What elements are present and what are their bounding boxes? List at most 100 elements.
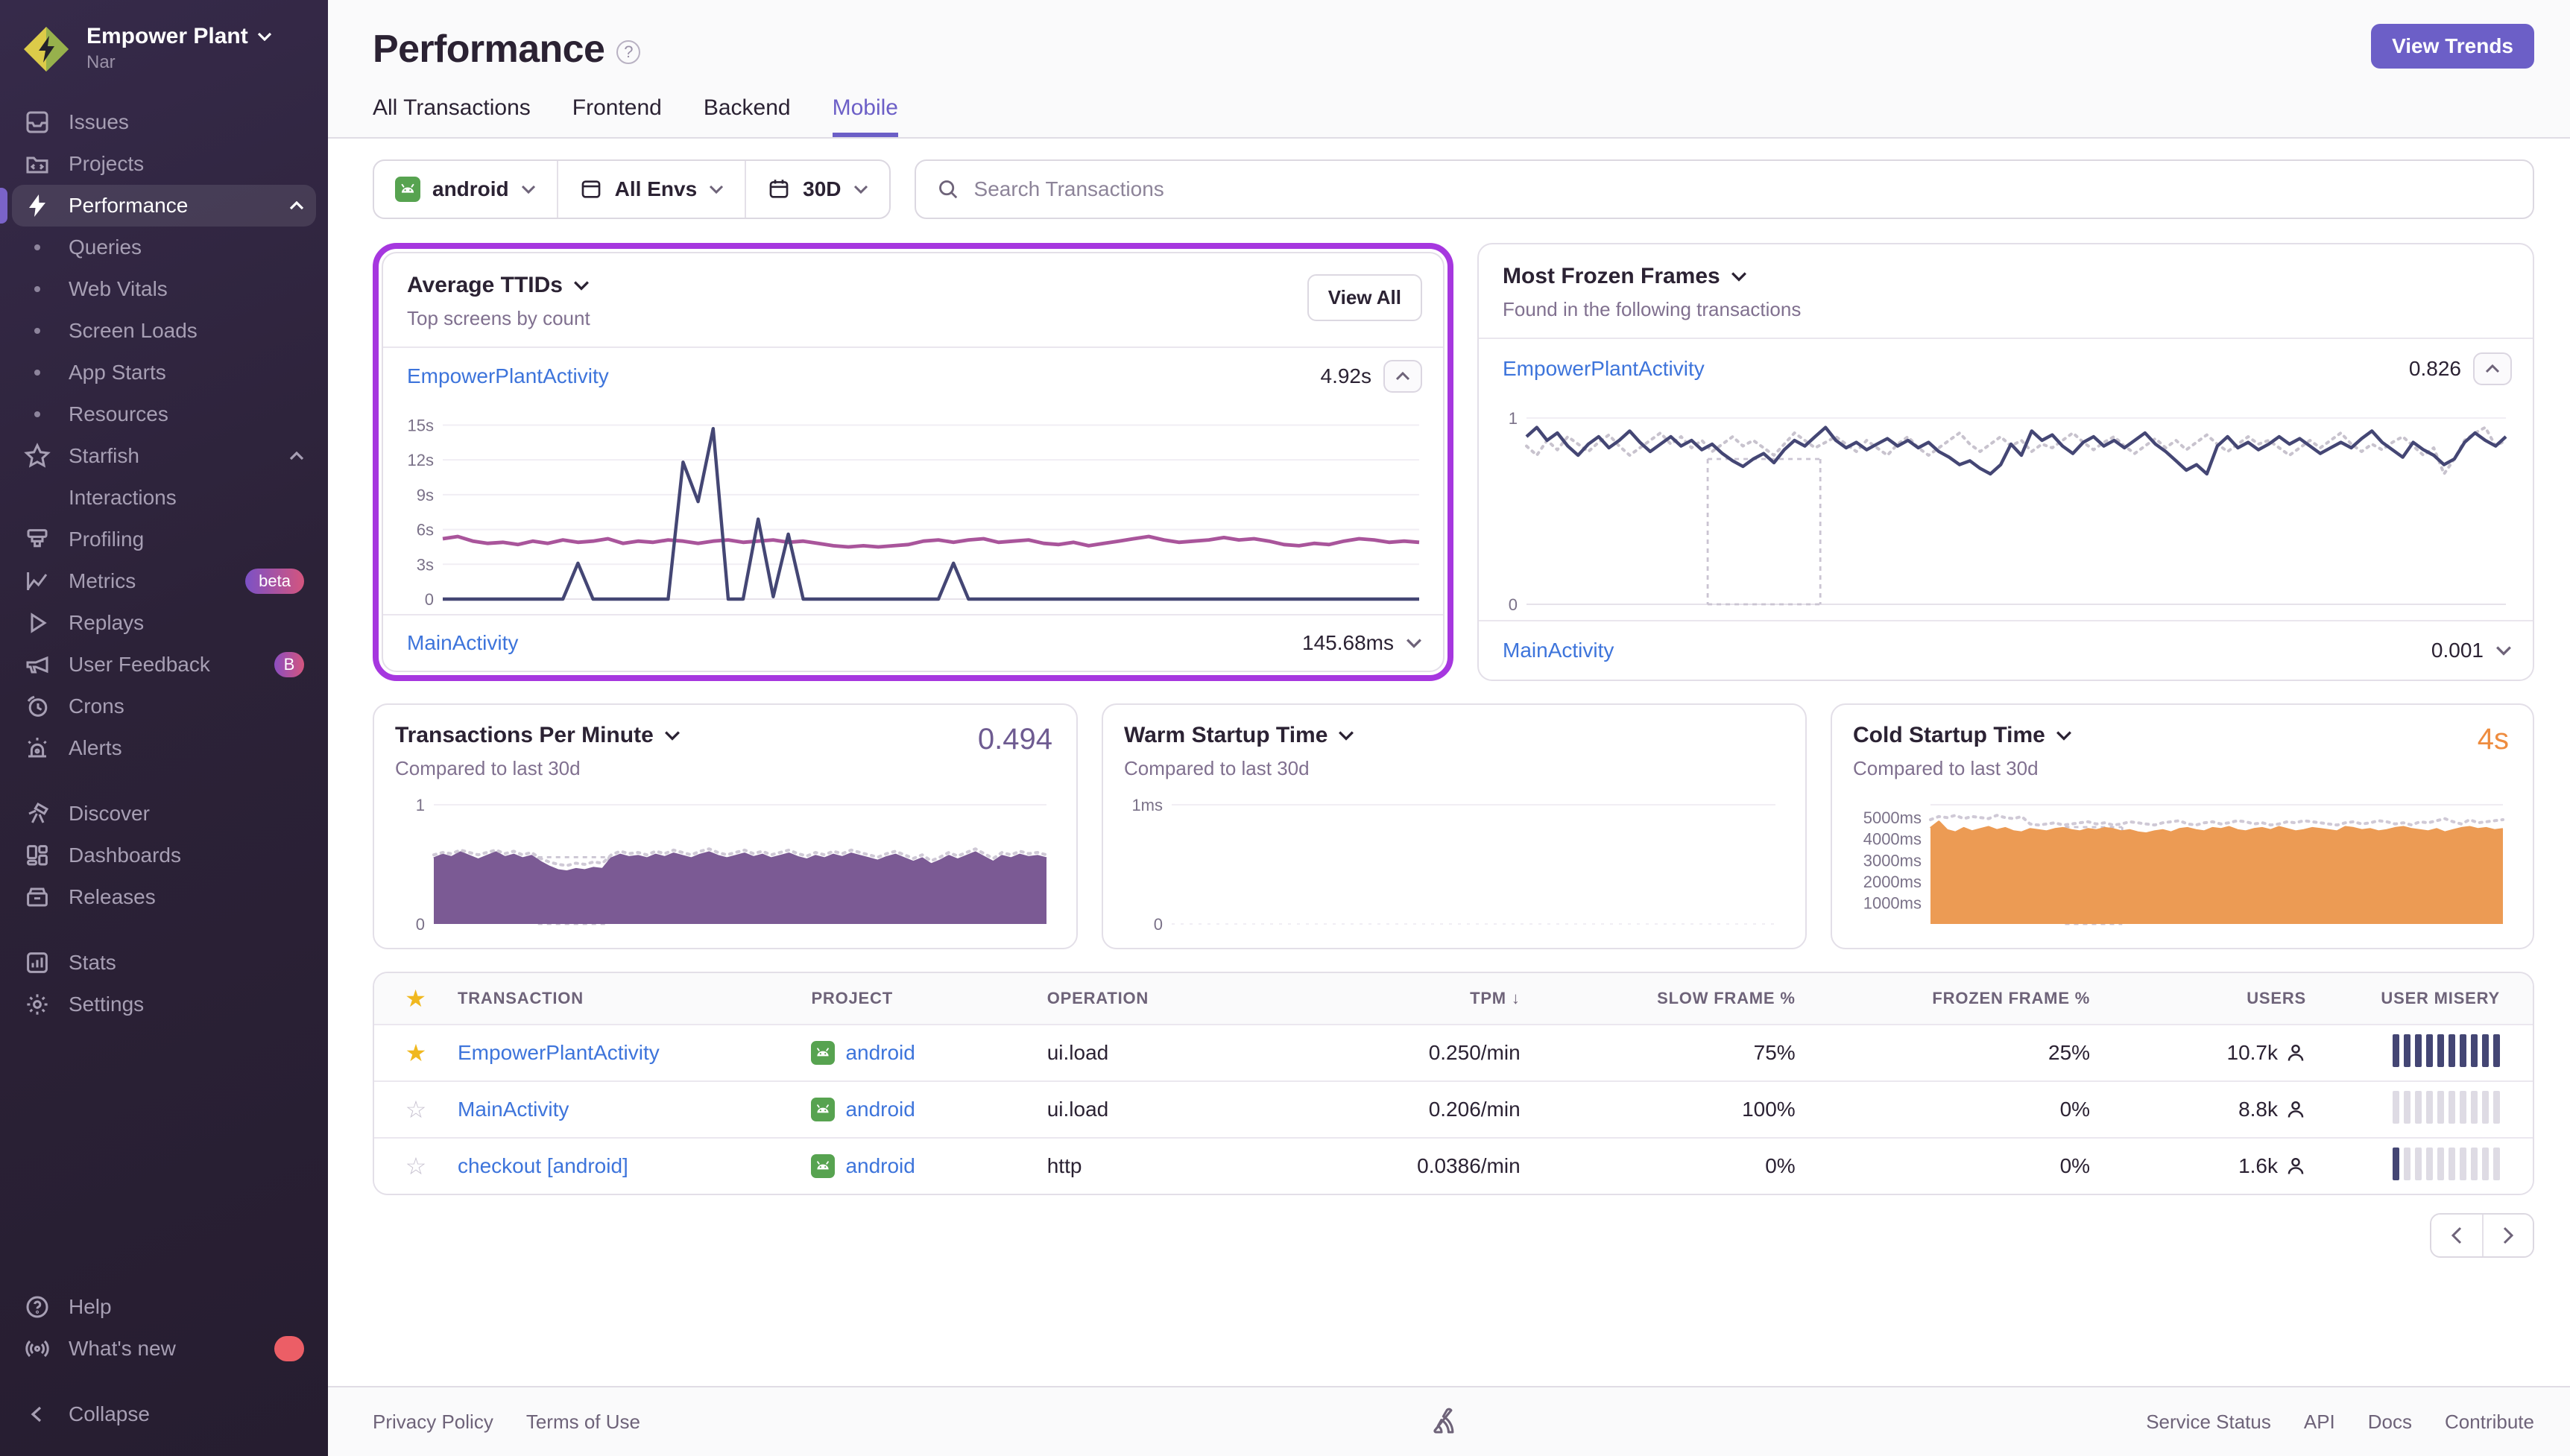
sidebar-item-queries[interactable]: Queries bbox=[12, 227, 316, 268]
collapse-button[interactable]: Collapse bbox=[12, 1393, 316, 1435]
col-tpm[interactable]: TPM ↓ bbox=[1293, 989, 1529, 1008]
sidebar-item-label: App Starts bbox=[69, 361, 166, 384]
ttid-value: 145.68ms bbox=[1302, 631, 1394, 655]
sidebar-item-stats[interactable]: Stats bbox=[12, 942, 316, 984]
gear-icon bbox=[24, 991, 51, 1018]
most-frozen-frames-title[interactable]: Most Frozen Frames bbox=[1503, 264, 2509, 289]
sidebar-item-label: Releases bbox=[69, 885, 156, 909]
chevron-down-icon[interactable] bbox=[1406, 638, 1422, 648]
col-operation[interactable]: OPERATION bbox=[1038, 989, 1294, 1008]
sidebar-item-whats-new[interactable]: What's new bbox=[12, 1328, 316, 1370]
project-filter-value: android bbox=[432, 177, 509, 201]
slow-frame-cell: 100% bbox=[1529, 1098, 1805, 1121]
tpm-title[interactable]: Transactions Per Minute bbox=[395, 723, 1055, 748]
previous-page-button[interactable] bbox=[2431, 1215, 2482, 1256]
warm-startup-title[interactable]: Warm Startup Time bbox=[1124, 723, 1784, 748]
search-input[interactable] bbox=[974, 177, 2512, 201]
sidebar-item-app-starts[interactable]: App Starts bbox=[12, 352, 316, 393]
tab-mobile[interactable]: Mobile bbox=[833, 95, 898, 137]
tab-frontend[interactable]: Frontend bbox=[572, 95, 662, 137]
sidebar-item-settings[interactable]: Settings bbox=[12, 984, 316, 1025]
transaction-link[interactable]: EmpowerPlantActivity bbox=[1503, 357, 1705, 381]
terms-of-use-link[interactable]: Terms of Use bbox=[526, 1411, 640, 1434]
most-frozen-frames-widget: Most Frozen Frames Found in the followin… bbox=[1477, 243, 2534, 681]
sidebar-item-discover[interactable]: Discover bbox=[12, 793, 316, 835]
sidebar-item-help[interactable]: Help bbox=[12, 1286, 316, 1328]
transaction-link[interactable]: MainActivity bbox=[407, 631, 518, 655]
environment-filter-value: All Envs bbox=[615, 177, 697, 201]
sidebar-item-label: Replays bbox=[69, 611, 144, 635]
contribute-link[interactable]: Contribute bbox=[2445, 1411, 2534, 1434]
transaction-link[interactable]: checkout [android] bbox=[458, 1154, 628, 1177]
col-project[interactable]: PROJECT bbox=[802, 989, 1038, 1008]
svg-text:1000ms: 1000ms bbox=[1863, 893, 1922, 912]
sidebar-item-dashboards[interactable]: Dashboards bbox=[12, 835, 316, 876]
sidebar-item-metrics[interactable]: Metrics beta bbox=[12, 560, 316, 602]
highlighted-widget-outline: Average TTIDs Top screens by count View … bbox=[373, 243, 1453, 681]
star-toggle-icon[interactable]: ★ bbox=[383, 1039, 449, 1067]
sidebar-item-issues[interactable]: Issues bbox=[12, 101, 316, 143]
transaction-link[interactable]: MainActivity bbox=[1503, 639, 1614, 662]
docs-link[interactable]: Docs bbox=[2368, 1411, 2412, 1434]
org-switcher[interactable]: Empower Plant Nar bbox=[0, 0, 328, 89]
sidebar-item-resources[interactable]: Resources bbox=[12, 393, 316, 435]
project-filter[interactable]: android bbox=[374, 161, 557, 218]
sidebar-item-label: Starfish bbox=[69, 444, 139, 468]
sidebar-item-alerts[interactable]: Alerts bbox=[12, 727, 316, 769]
sidebar-item-crons[interactable]: Crons bbox=[12, 686, 316, 727]
sidebar-item-projects[interactable]: Projects bbox=[12, 143, 316, 185]
collapse-row-button[interactable] bbox=[1383, 360, 1422, 393]
chevron-right-icon bbox=[2502, 1226, 2514, 1244]
sidebar-item-web-vitals[interactable]: Web Vitals bbox=[12, 268, 316, 310]
svg-text:0: 0 bbox=[1509, 595, 1518, 614]
col-transaction[interactable]: TRANSACTION bbox=[449, 989, 802, 1008]
sidebar-item-user-feedback[interactable]: User Feedback B bbox=[12, 644, 316, 686]
api-link[interactable]: API bbox=[2304, 1411, 2335, 1434]
bullet-icon bbox=[24, 286, 51, 292]
sidebar-item-starfish[interactable]: Starfish bbox=[12, 435, 316, 477]
environment-filter[interactable]: All Envs bbox=[557, 161, 745, 218]
star-toggle-icon[interactable]: ☆ bbox=[383, 1095, 449, 1124]
sidebar-item-replays[interactable]: Replays bbox=[12, 602, 316, 644]
col-slow-frame[interactable]: SLOW FRAME % bbox=[1529, 989, 1805, 1008]
transaction-link[interactable]: EmpowerPlantActivity bbox=[458, 1041, 660, 1064]
star-toggle-icon[interactable]: ☆ bbox=[383, 1152, 449, 1180]
page-footer: Privacy Policy Terms of Use Service Stat… bbox=[328, 1386, 2570, 1456]
cold-startup-title[interactable]: Cold Startup Time bbox=[1853, 723, 2512, 748]
project-link[interactable]: android bbox=[845, 1154, 915, 1178]
privacy-policy-link[interactable]: Privacy Policy bbox=[373, 1411, 493, 1434]
sidebar-item-releases[interactable]: Releases bbox=[12, 876, 316, 918]
search-transactions-box[interactable] bbox=[915, 159, 2534, 219]
service-status-link[interactable]: Service Status bbox=[2146, 1411, 2271, 1434]
sidebar-item-profiling[interactable]: Profiling bbox=[12, 519, 316, 560]
project-link[interactable]: android bbox=[845, 1041, 915, 1065]
collapse-row-button[interactable] bbox=[2473, 352, 2512, 385]
sentry-logo-icon[interactable] bbox=[1433, 1407, 1465, 1437]
operation-cell: ui.load bbox=[1038, 1041, 1294, 1065]
chevron-down-icon[interactable] bbox=[2495, 645, 2512, 656]
next-page-button[interactable] bbox=[2482, 1215, 2533, 1256]
view-all-button[interactable]: View All bbox=[1307, 274, 1422, 321]
help-circle-icon[interactable]: ? bbox=[616, 40, 640, 64]
sidebar-item-interactions[interactable]: Interactions bbox=[12, 477, 316, 519]
sidebar-item-label: Dashboards bbox=[69, 843, 181, 867]
tab-all-transactions[interactable]: All Transactions bbox=[373, 95, 531, 137]
tpm-cell: 0.206/min bbox=[1293, 1098, 1529, 1121]
transaction-link[interactable]: MainActivity bbox=[458, 1098, 569, 1121]
tab-backend[interactable]: Backend bbox=[704, 95, 791, 137]
sidebar-item-performance[interactable]: Performance bbox=[12, 185, 316, 227]
sidebar-item-label: Settings bbox=[69, 993, 144, 1016]
sidebar-item-label: Issues bbox=[69, 110, 129, 134]
transaction-link[interactable]: EmpowerPlantActivity bbox=[407, 364, 609, 388]
sidebar-item-label: Web Vitals bbox=[69, 277, 168, 301]
col-users[interactable]: USERS bbox=[2099, 989, 2315, 1008]
main-content: Performance ? View Trends All Transactio… bbox=[328, 0, 2570, 1456]
average-ttids-title[interactable]: Average TTIDs bbox=[407, 273, 1419, 298]
sidebar-item-screen-loads[interactable]: Screen Loads bbox=[12, 310, 316, 352]
view-trends-button[interactable]: View Trends bbox=[2371, 24, 2534, 69]
top-widgets-row: Average TTIDs Top screens by count View … bbox=[373, 243, 2534, 681]
project-link[interactable]: android bbox=[845, 1098, 915, 1121]
col-frozen-frame[interactable]: FROZEN FRAME % bbox=[1805, 989, 2099, 1008]
date-range-filter[interactable]: 30D bbox=[745, 161, 888, 218]
frozen-frame-cell: 25% bbox=[1805, 1041, 2099, 1065]
